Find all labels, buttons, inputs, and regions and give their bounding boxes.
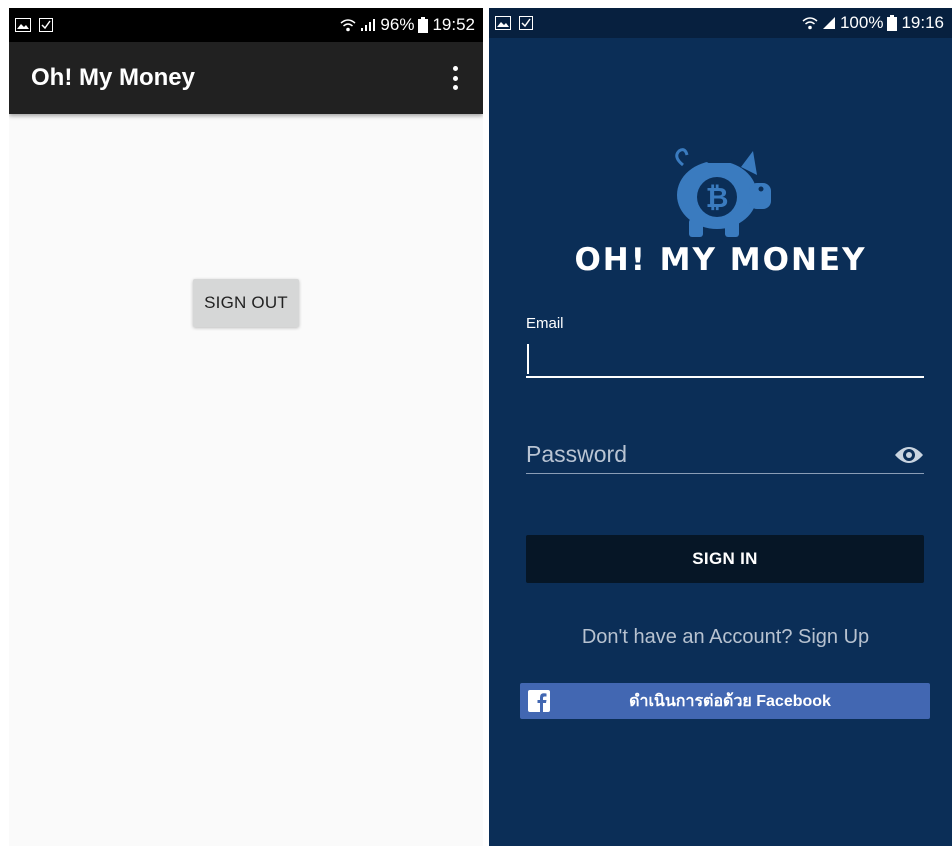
- eye-icon[interactable]: [894, 445, 924, 465]
- sign-up-link[interactable]: Don't have an Account? Sign Up: [489, 626, 952, 649]
- sign-in-button[interactable]: SIGN IN: [526, 535, 924, 583]
- clock: 19:16: [901, 13, 944, 32]
- signal-icon: [360, 18, 376, 32]
- signed-in-screen: 96% 19:52 Oh! My Money SIGN OUT: [9, 8, 483, 846]
- svg-text:₿: ₿: [706, 181, 729, 214]
- signal-icon: [822, 16, 836, 30]
- wifi-icon: [340, 18, 356, 32]
- text-cursor: [527, 344, 529, 374]
- gallery-icon: [15, 18, 31, 32]
- battery-percent: 100%: [839, 13, 884, 32]
- app-bar: Oh! My Money: [9, 42, 483, 114]
- wifi-icon: [802, 16, 818, 30]
- facebook-login-button[interactable]: ดำเนินการต่อด้วย Facebook: [520, 683, 930, 719]
- email-label: Email: [526, 315, 564, 332]
- sign-out-button[interactable]: SIGN OUT: [193, 279, 299, 327]
- password-placeholder: Password: [526, 441, 627, 467]
- facebook-button-label: ดำเนินการต่อด้วย Facebook: [629, 692, 831, 710]
- clock: 19:52: [432, 15, 475, 34]
- battery-percent: 96%: [380, 15, 415, 34]
- password-field[interactable]: Password: [526, 436, 924, 474]
- app-title: Oh! My Money: [31, 64, 196, 91]
- gallery-icon: [495, 16, 511, 30]
- login-screen: 100% 19:16 ₿ OH! MY MONEY Email Password: [489, 8, 952, 846]
- brand-title: OH! MY MONEY: [574, 242, 867, 278]
- piggy-bank-logo-icon: ₿: [669, 145, 781, 245]
- email-field[interactable]: [526, 338, 924, 378]
- battery-icon: [418, 17, 429, 33]
- overflow-menu-icon[interactable]: [447, 64, 463, 92]
- status-bar: 96% 19:52: [9, 8, 483, 42]
- task-icon: [39, 18, 53, 32]
- status-bar: 100% 19:16: [489, 8, 952, 38]
- battery-icon: [887, 15, 898, 31]
- facebook-icon: [528, 690, 550, 712]
- task-icon: [519, 16, 533, 30]
